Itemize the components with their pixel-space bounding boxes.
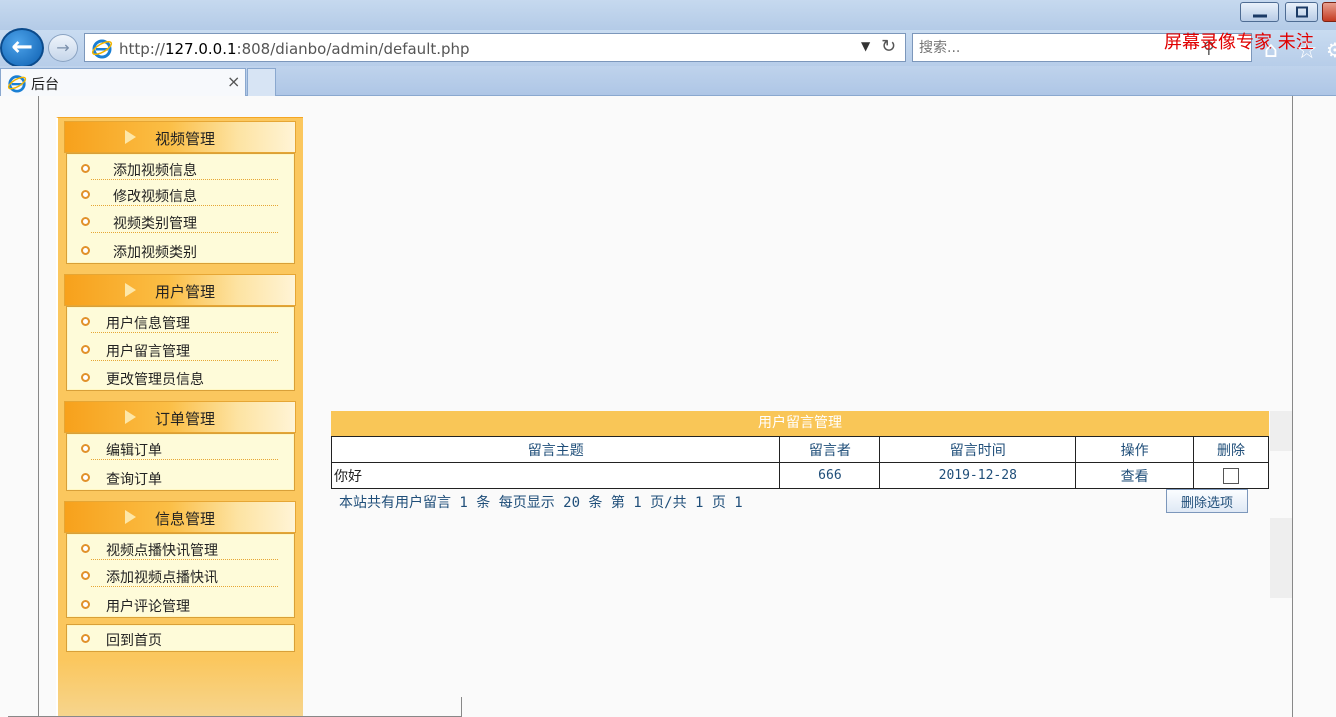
menu-item-edit-video[interactable]: 修改视频信息: [67, 182, 294, 208]
delete-cell: [1193, 462, 1269, 489]
home-icon[interactable]: ⌂: [1264, 38, 1278, 63]
menu-item-query-order[interactable]: 查询订单: [67, 465, 294, 491]
bullet-icon: [81, 164, 90, 173]
forward-arrow-icon: →: [56, 38, 70, 57]
address-dropdown-icon[interactable]: ▼: [861, 39, 870, 53]
horizontal-scrollbar[interactable]: [8, 697, 462, 717]
section-body-user: 用户信息管理 用户留言管理 更改管理员信息: [66, 306, 295, 391]
message-time: 2019-12-28: [879, 462, 1077, 489]
column-header: 留言时间: [879, 436, 1077, 463]
triangle-right-icon: [125, 510, 136, 524]
bullet-icon: [81, 444, 90, 453]
bullet-icon: [81, 317, 90, 326]
tab-admin[interactable]: 后台 ×: [0, 68, 246, 96]
refresh-icon[interactable]: ↻: [881, 36, 896, 57]
message-author: 666: [779, 462, 881, 489]
search-input[interactable]: [919, 38, 1199, 58]
menu-item-user-messages[interactable]: 用户留言管理: [67, 337, 294, 363]
section-title: 用户管理: [155, 283, 216, 301]
table-row: 你好 666 2019-12-28 查看: [330, 462, 1269, 489]
address-bar[interactable]: http://127.0.0.1:808/dianbo/admin/defaul…: [84, 33, 906, 62]
section-body-order: 编辑订单 查询订单: [66, 433, 295, 491]
section-header-user[interactable]: 用户管理: [64, 274, 296, 306]
menu-item-add-news[interactable]: 添加视频点播快讯: [67, 563, 294, 589]
new-tab-button[interactable]: [247, 68, 276, 96]
menu-item-home[interactable]: 回到首页: [67, 626, 294, 652]
back-button[interactable]: ←: [0, 28, 44, 68]
section-title: 订单管理: [155, 410, 216, 428]
column-header: 留言者: [779, 436, 881, 463]
frame-border-right: [1292, 96, 1293, 717]
triangle-right-icon: [125, 130, 136, 144]
bullet-icon: [81, 544, 90, 553]
section-header-video[interactable]: 视频管理: [64, 121, 296, 153]
back-arrow-icon: ←: [11, 32, 33, 62]
menu-item-video-category[interactable]: 视频类别管理: [67, 209, 294, 235]
bullet-icon: [81, 190, 90, 199]
column-header: 操作: [1075, 436, 1195, 463]
menu-item-add-category[interactable]: 添加视频类别: [67, 238, 294, 264]
section-title: 视频管理: [155, 130, 216, 148]
delete-checkbox[interactable]: [1223, 467, 1240, 484]
triangle-right-icon: [125, 410, 136, 424]
bullet-icon: [81, 571, 90, 580]
gear-icon[interactable]: ⚙: [1326, 38, 1336, 62]
menu-item-admin-info[interactable]: 更改管理员信息: [67, 365, 294, 391]
minimize-button[interactable]: [1240, 2, 1279, 22]
bullet-icon: [81, 373, 90, 382]
recorder-watermark: 屏幕录像专家 未注: [1164, 32, 1314, 53]
minimize-icon: [1252, 14, 1267, 18]
menu-item-edit-order[interactable]: 编辑订单: [67, 436, 294, 462]
section-header-info[interactable]: 信息管理: [64, 501, 296, 533]
bullet-icon: [81, 600, 90, 609]
messages-table: 留言主题 留言者 留言时间 操作 删除 你好 666 2019-12-28 查看: [330, 436, 1269, 489]
message-subject: 你好: [330, 462, 781, 489]
restore-button[interactable]: [1285, 2, 1318, 22]
delete-selected-button[interactable]: 删除选项: [1166, 489, 1248, 513]
menu-item-news-manage[interactable]: 视频点播快讯管理: [67, 536, 294, 562]
section-title: 信息管理: [155, 510, 216, 528]
menu-item-comments[interactable]: 用户评论管理: [67, 592, 294, 618]
view-link[interactable]: 查看: [1075, 462, 1195, 489]
ie-logo-icon: [91, 39, 113, 59]
restore-icon: [1295, 6, 1308, 18]
panel-title: 用户留言管理: [331, 411, 1269, 436]
column-header: 留言主题: [330, 436, 781, 463]
forward-button[interactable]: →: [48, 34, 78, 62]
pagination-info: 本站共有用户留言 1 条 每页显示 20 条 第 1 页/共 1 页 1: [339, 495, 743, 511]
column-header: 删除: [1193, 436, 1269, 463]
section-body-info: 视频点播快讯管理 添加视频点播快讯 用户评论管理: [66, 533, 295, 618]
home-link-box: 回到首页: [66, 624, 295, 652]
close-window-button[interactable]: [1322, 2, 1336, 22]
bullet-icon: [81, 217, 90, 226]
tab-title: 后台: [31, 77, 59, 93]
bullet-icon: [81, 345, 90, 354]
scroll-indicator: [1270, 518, 1292, 598]
browser-titlebar: [0, 0, 1336, 30]
menu-item-user-info[interactable]: 用户信息管理: [67, 309, 294, 335]
bullet-icon: [81, 473, 90, 482]
bullet-icon: [81, 634, 90, 643]
menu-item-add-video[interactable]: 添加视频信息: [67, 156, 294, 182]
scroll-indicator: [1270, 411, 1292, 451]
close-tab-icon[interactable]: ×: [227, 72, 240, 91]
section-body-video: 添加视频信息 修改视频信息 视频类别管理 添加视频类别: [66, 153, 295, 264]
favorites-star-icon[interactable]: ☆: [1296, 36, 1318, 64]
triangle-right-icon: [125, 283, 136, 297]
frame-border-left: [38, 96, 39, 717]
ie-logo-icon: [7, 75, 27, 93]
section-header-order[interactable]: 订单管理: [64, 401, 296, 433]
bullet-icon: [81, 246, 90, 255]
table-header-row: 留言主题 留言者 留言时间 操作 删除: [330, 436, 1269, 463]
url-text: http://127.0.0.1:808/dianbo/admin/defaul…: [119, 40, 470, 58]
